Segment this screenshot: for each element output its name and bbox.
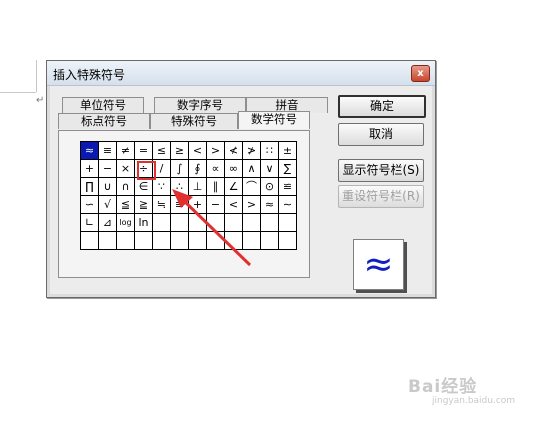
red-arrow-annotation <box>172 189 252 267</box>
